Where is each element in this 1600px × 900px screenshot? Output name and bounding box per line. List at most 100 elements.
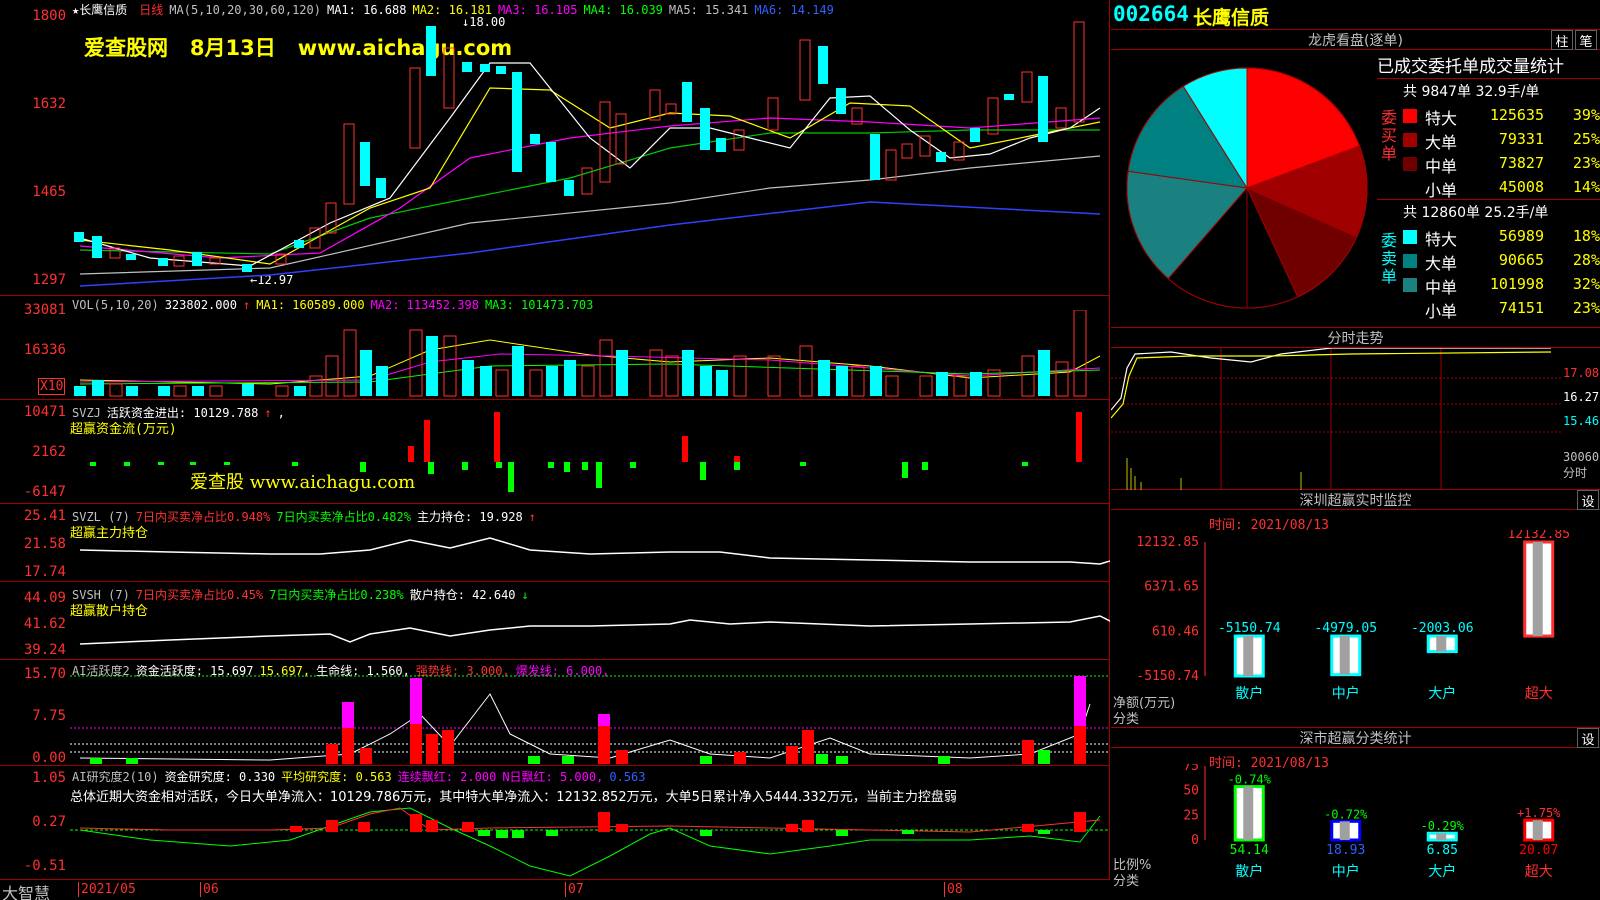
buy-swatch: [1403, 133, 1417, 147]
intraday-price-low: 15.46: [1563, 414, 1600, 428]
ai-y-bot: 0.00: [32, 750, 66, 766]
sell-swatch: [1403, 302, 1417, 316]
stats-category-label: 大户: [1428, 863, 1456, 880]
svzl-line: [79, 537, 1110, 565]
period-label[interactable]: 日线: [139, 3, 163, 17]
kline-legend: ★长鹰信质 日线 MA(5,10,20,30,60,120) MA1: 16.688 M…: [72, 1, 840, 18]
svsh-panel[interactable]: SVSH (7) 7日内买卖净占比0.45% 7日内买卖净占比0.238% 散户持仓:…: [0, 582, 1110, 660]
kline-y-1297: 1297: [32, 272, 66, 288]
buy-side-label: 委买单: [1381, 108, 1398, 163]
kline-y-1632: 1632: [32, 96, 66, 112]
ma-params: MA(5,10,20,30,60,120): [169, 3, 321, 17]
ma3-line: [79, 117, 1101, 259]
svsh-a: 7日内买卖净占比0.45%: [135, 588, 264, 602]
ma3-value: MA3: 16.105: [497, 3, 578, 17]
vol-y-top: 33081: [23, 302, 66, 318]
stats-y-tick: 75: [1183, 764, 1199, 774]
svzl-c: 主力持仓: 19.928: [416, 510, 523, 524]
svsh-y-mid: 41.62: [23, 616, 66, 632]
sell-swatch: [1403, 254, 1417, 268]
research-bars: [70, 807, 1110, 877]
buy-row: 小单 45008 14%: [1403, 177, 1600, 200]
ma4-line: [79, 129, 1100, 255]
intraday-price-high: 17.08: [1563, 366, 1600, 380]
kline-y-1800: 1800: [32, 8, 66, 24]
sz-stats-panel[interactable]: 深市超赢分类统计 设 时间: 2021/08/13 比例% 分类 75 50 25 0…: [1111, 728, 1600, 900]
sell-row: 特大 56989 18%: [1403, 226, 1600, 249]
ma5-line: [79, 155, 1101, 275]
ai-y-top: 15.70: [23, 666, 66, 682]
sell-side-label: 委卖单: [1381, 231, 1398, 286]
svzj-y-mid: 2162: [32, 444, 66, 460]
buy-pct: 39%: [1572, 106, 1600, 124]
kline-panel[interactable]: ★长鹰信质 日线 MA(5,10,20,30,60,120) MA1: 16.688 M…: [0, 0, 1110, 296]
research-a: 资金研究度: 0.330: [164, 770, 276, 784]
sell-vol: 90665: [1498, 251, 1544, 269]
research-c: 连续飘红: 2.000: [397, 770, 497, 784]
ma2-line: [79, 87, 1101, 265]
ai-activity-panel[interactable]: AI活跃度2 资金活跃度: 15.697 15.697, 生命线: 1.560, 强势线…: [0, 660, 1110, 766]
stats-value-label: 18.93: [1326, 843, 1365, 858]
sell-name: 小单: [1425, 302, 1458, 321]
buy-name: 特大: [1425, 109, 1458, 128]
stats-category-label: 散户: [1235, 863, 1263, 880]
svzl-a: 7日内买卖净占比0.948%: [135, 510, 271, 524]
svsh-y-bot: 39.24: [23, 642, 66, 658]
longhu-btn-bar[interactable]: 柱: [1551, 30, 1573, 50]
svzl-panel[interactable]: SVZL (7) 7日内买卖净占比0.948% 7日内买卖净占比0.482% 主力持仓…: [0, 504, 1110, 582]
stats-bar-shade: [1243, 786, 1254, 840]
sz-monitor-title: 深圳超赢实时监控: [1111, 490, 1600, 510]
stats-bar-shade: [1436, 833, 1447, 840]
buy-section: 委买单 共 9847单 32.9手/单 特大 125635 39% 大单 79331 25…: [1377, 78, 1600, 200]
sell-pct: 32%: [1572, 275, 1600, 293]
intraday-panel[interactable]: 分时走势 17.08 16.27 15.46 30060 分时: [1111, 328, 1600, 490]
sz-monitor-settings-btn[interactable]: 设: [1577, 490, 1599, 510]
research-summary: 总体近期大资金相对活跃，今日大单净流入：10129.786万元，其中特大单净流入…: [70, 790, 957, 805]
monitor-y-tick: 12132.85: [1136, 535, 1199, 550]
buy-pct: 25%: [1572, 130, 1600, 148]
research-b: 平均研究度: 0.563: [281, 770, 392, 784]
stats-y-tick: 0: [1191, 833, 1199, 848]
stats-value-label: 54.14: [1230, 843, 1269, 858]
sz-stats-settings-btn[interactable]: 设: [1577, 728, 1599, 748]
stats-bar-shade: [1532, 820, 1543, 840]
stats-change-label: -0.72%: [1324, 807, 1368, 821]
brand-label: 大智慧: [2, 884, 51, 900]
svsh-b: 7日内买卖净占比0.238%: [269, 588, 404, 602]
svzj-bars: [90, 412, 1082, 492]
vol-panel[interactable]: VOL(5,10,20) 323802.000 ↑ MA1: 160589.000 MA…: [0, 296, 1110, 400]
research-panel[interactable]: AI研究度2(10) 资金研究度: 0.330 平均研究度: 0.563 连续飘红: …: [0, 766, 1110, 880]
research-d: N日飘红: 5.000,: [502, 770, 604, 784]
ma6-line: [79, 201, 1101, 287]
svzj-panel[interactable]: SVZJ 活跃资金进出: 10129.788 ↑, 超赢资金流(万元) 10471 …: [0, 400, 1110, 504]
stats-category-label: 超大: [1525, 864, 1553, 880]
date-jul: 07: [565, 882, 584, 897]
svzj-y-top: 10471: [23, 404, 66, 420]
intraday-chart: [1111, 348, 1561, 490]
sell-row: 小单 74151 23%: [1403, 298, 1600, 321]
svzl-b: 7日内买卖净占比0.482%: [276, 510, 411, 524]
stats-value-label: 6.85: [1427, 843, 1458, 858]
sell-name: 大单: [1425, 254, 1458, 273]
buy-pct: 14%: [1572, 178, 1600, 196]
stats-change-label: +1.75%: [1517, 806, 1561, 820]
sz-monitor-panel[interactable]: 深圳超赢实时监控 设 时间: 2021/08/13 净额(万元) 分类 1213…: [1111, 490, 1600, 728]
ma6-value: MA6: 14.149: [754, 3, 834, 17]
stock-name: 长鹰信质: [1193, 7, 1270, 29]
longhu-panel[interactable]: 龙虎看盘(逐单) 柱 笔 已成交委托单成交量统计 委买单 共 9847单 32.…: [1111, 30, 1600, 328]
monitor-value-label: 12132.85: [1507, 530, 1570, 542]
buy-row: 大单 79331 25%: [1403, 129, 1600, 152]
sz-stats-title: 深市超赢分类统计: [1111, 728, 1600, 748]
date-bar: 大智慧 2021/05 06 07 08: [0, 880, 1110, 900]
sell-swatch: [1403, 278, 1417, 292]
buy-row: 中单 73827 23%: [1403, 153, 1600, 176]
ai-y-mid: 7.75: [32, 708, 66, 724]
longhu-stat-title: 已成交委托单成交量统计: [1377, 57, 1564, 77]
monitor-category-label: 散户: [1235, 685, 1263, 702]
longhu-btn-pen[interactable]: 笔: [1575, 30, 1597, 50]
ai-bars: [70, 675, 1110, 764]
sell-pct: 23%: [1572, 299, 1600, 317]
research-y-top: 1.05: [32, 770, 66, 786]
vol-bars: [74, 310, 1101, 397]
stats-category-label: 中户: [1332, 863, 1360, 880]
